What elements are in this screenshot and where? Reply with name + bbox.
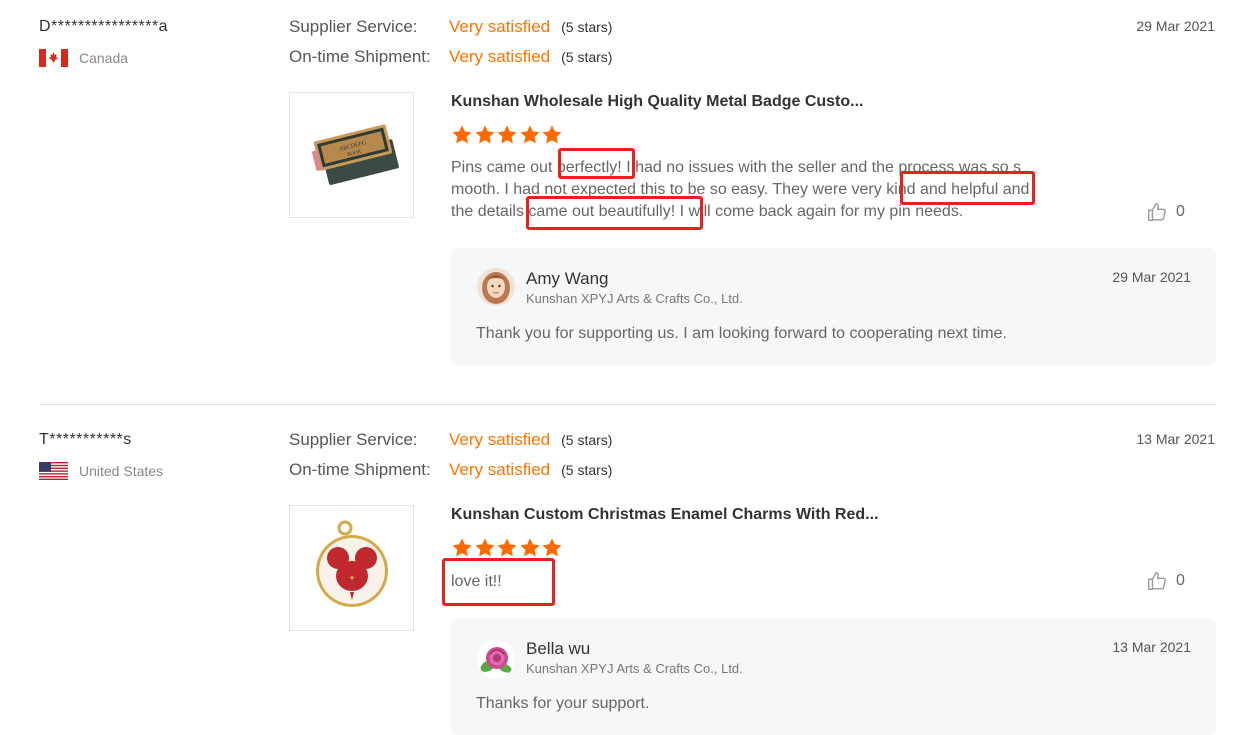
shipment-stars: (5 stars) — [561, 49, 613, 65]
supplier-service-label: Supplier Service: — [289, 430, 418, 449]
like-button[interactable]: 0 — [1146, 570, 1185, 592]
like-count: 0 — [1176, 572, 1185, 589]
star-icon — [475, 125, 494, 144]
supplier-service-stars: (5 stars) — [561, 432, 613, 448]
reviewer-name: D****************a — [39, 18, 169, 35]
thumbs-up-icon — [1148, 572, 1166, 590]
reply-text: Thanks for your support. — [476, 695, 650, 712]
avatar — [477, 640, 515, 678]
supplier-service-rating: Supplier Service: Very satisfied (5 star… — [289, 17, 612, 37]
reply-date: 29 Mar 2021 — [1112, 269, 1191, 285]
shipment-stars: (5 stars) — [561, 462, 613, 478]
divider — [39, 404, 1216, 405]
like-count: 0 — [1176, 203, 1185, 220]
review-date: 13 Mar 2021 — [1136, 431, 1215, 447]
reply-date: 13 Mar 2021 — [1112, 639, 1191, 655]
country-label: Canada — [79, 50, 129, 66]
star-icon — [520, 125, 539, 144]
reviewer-name: T***********s — [39, 431, 132, 448]
star-icon — [475, 538, 494, 557]
thumbs-up-icon — [1148, 203, 1166, 221]
avatar — [477, 268, 515, 306]
star-icon — [542, 125, 562, 144]
product-star-rating — [451, 537, 564, 559]
supplier-service-value: Very satisfied — [449, 17, 551, 36]
reply-company: Kunshan XPYJ Arts & Crafts Co., Ltd. — [526, 661, 743, 676]
star-icon — [452, 125, 472, 144]
shipment-value: Very satisfied — [449, 460, 551, 479]
canada-flag-icon — [39, 49, 68, 67]
like-button[interactable]: 0 — [1146, 201, 1185, 223]
reply-author-name: Amy Wang — [526, 269, 609, 288]
star-icon — [452, 538, 472, 557]
star-icon — [542, 538, 562, 557]
reviewer-country: United States — [39, 462, 163, 480]
star-icon — [520, 538, 539, 557]
reply-company: Kunshan XPYJ Arts & Crafts Co., Ltd. — [526, 291, 743, 306]
product-thumbnail[interactable]: ✦ — [289, 505, 414, 631]
supplier-service-label: Supplier Service: — [289, 17, 418, 36]
star-icon — [497, 125, 517, 144]
highlight-box — [442, 558, 555, 606]
product-title[interactable]: Kunshan Wholesale High Quality Metal Bad… — [451, 93, 864, 111]
shipment-label: On-time Shipment: — [289, 47, 431, 66]
highlight-box — [900, 171, 1035, 205]
shipment-label: On-time Shipment: — [289, 460, 431, 479]
reply-text: Thank you for supporting us. I am lookin… — [476, 325, 1007, 342]
supplier-service-stars: (5 stars) — [561, 19, 613, 35]
shipment-value: Very satisfied — [449, 47, 551, 66]
review-date: 29 Mar 2021 — [1136, 18, 1215, 34]
product-thumbnail[interactable]: ABCDEFG BOOK — [289, 92, 414, 218]
seller-reply: Bella wu Kunshan XPYJ Arts & Crafts Co.,… — [451, 618, 1216, 735]
shipment-rating: On-time Shipment: Very satisfied (5 star… — [289, 460, 612, 480]
shipment-rating: On-time Shipment: Very satisfied (5 star… — [289, 47, 612, 67]
country-label: United States — [79, 463, 164, 479]
reviewer-country: Canada — [39, 49, 128, 67]
reply-author-name: Bella wu — [526, 639, 591, 658]
product-title[interactable]: Kunshan Custom Christmas Enamel Charms W… — [451, 506, 878, 524]
seller-reply: Amy Wang Kunshan XPYJ Arts & Crafts Co.,… — [451, 248, 1216, 365]
svg-text:✦: ✦ — [348, 573, 356, 583]
highlight-box — [558, 148, 635, 179]
usa-flag-icon — [39, 462, 68, 480]
highlight-box — [526, 196, 703, 230]
supplier-service-rating: Supplier Service: Very satisfied (5 star… — [289, 430, 612, 450]
supplier-service-value: Very satisfied — [449, 430, 551, 449]
star-icon — [497, 538, 517, 557]
product-star-rating — [451, 124, 564, 146]
